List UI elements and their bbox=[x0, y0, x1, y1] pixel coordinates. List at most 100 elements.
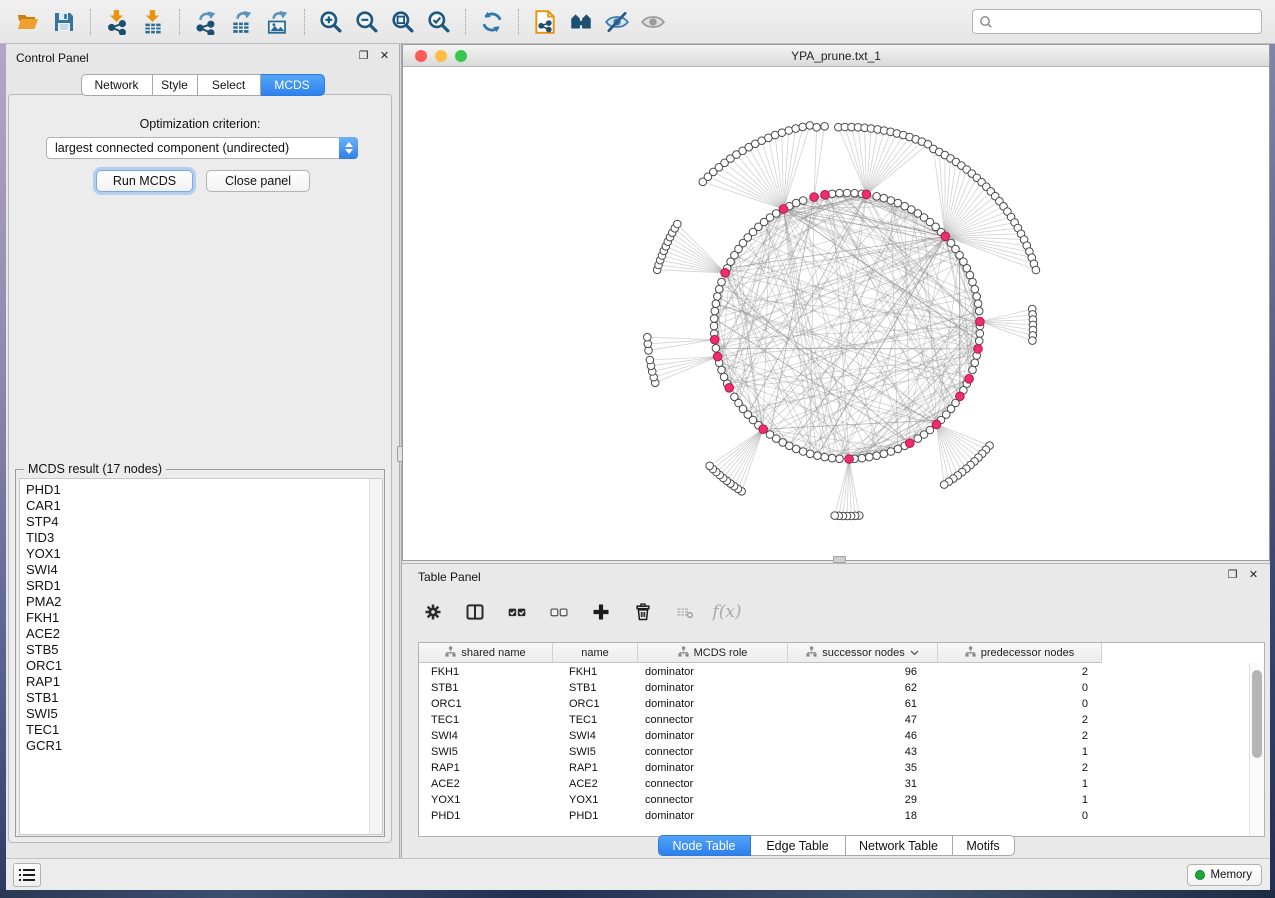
table-row[interactable]: FKH1FKH1dominator962 bbox=[419, 664, 1264, 680]
table-cell[interactable]: PHD1 bbox=[553, 810, 638, 822]
tab-network[interactable]: Network bbox=[81, 74, 153, 96]
new-network-from-selection-icon[interactable] bbox=[527, 6, 563, 38]
table-row[interactable]: PHD1PHD1dominator180 bbox=[419, 808, 1264, 824]
table-cell[interactable]: 46 bbox=[788, 730, 938, 742]
table-cell[interactable]: SWI4 bbox=[419, 730, 553, 742]
table-cell[interactable]: 0 bbox=[938, 810, 1102, 822]
zoom-fit-content-icon[interactable] bbox=[385, 6, 421, 38]
show-all-icon[interactable] bbox=[635, 6, 671, 38]
deselect-all-icon[interactable] bbox=[548, 601, 570, 623]
tab-node-table[interactable]: Node Table bbox=[658, 835, 751, 856]
table-cell[interactable]: 2 bbox=[938, 762, 1102, 774]
table-cell[interactable]: RAP1 bbox=[553, 762, 638, 774]
mcds-result-item[interactable]: CAR1 bbox=[26, 498, 366, 514]
close-panel-button[interactable]: Close panel bbox=[206, 170, 310, 192]
add-entry-icon[interactable] bbox=[590, 601, 612, 623]
table-row[interactable]: TEC1TEC1connector472 bbox=[419, 712, 1264, 728]
table-cell[interactable]: RAP1 bbox=[419, 762, 553, 774]
table-cell[interactable]: 2 bbox=[938, 666, 1102, 678]
mcds-result-list[interactable]: PHD1CAR1STP4TID3YOX1SWI4SRD1PMA2FKH1ACE2… bbox=[19, 478, 383, 835]
network-graph[interactable] bbox=[403, 67, 1269, 560]
table-cell[interactable]: TEC1 bbox=[419, 714, 553, 726]
table-cell[interactable]: STB1 bbox=[553, 682, 638, 694]
column-header-predecessor-nodes[interactable]: predecessor nodes bbox=[938, 643, 1102, 663]
table-cell[interactable]: 61 bbox=[788, 698, 938, 710]
table-cell[interactable]: 0 bbox=[938, 698, 1102, 710]
column-header-name[interactable]: name bbox=[553, 643, 638, 663]
mcds-result-item[interactable]: TID3 bbox=[26, 530, 366, 546]
mcds-result-item[interactable]: GCR1 bbox=[26, 738, 366, 754]
table-cell[interactable]: 2 bbox=[938, 714, 1102, 726]
run-mcds-button[interactable]: Run MCDS bbox=[96, 170, 193, 192]
close-panel-icon[interactable]: ✕ bbox=[1247, 569, 1260, 582]
table-cell[interactable]: YOX1 bbox=[553, 794, 638, 806]
network-window-titlebar[interactable]: YPA_prune.txt_1 bbox=[403, 45, 1269, 67]
tab-style[interactable]: Style bbox=[153, 74, 198, 96]
import-network-from-file-icon[interactable] bbox=[99, 6, 135, 38]
zoom-in-icon[interactable] bbox=[313, 6, 349, 38]
mcds-result-item[interactable]: STB1 bbox=[26, 690, 366, 706]
table-cell[interactable]: FKH1 bbox=[419, 666, 553, 678]
save-session-icon[interactable] bbox=[46, 6, 82, 38]
table-cell[interactable]: 0 bbox=[938, 682, 1102, 694]
table-cell[interactable]: ACE2 bbox=[419, 778, 553, 790]
network-canvas[interactable] bbox=[403, 67, 1269, 560]
table-cell[interactable]: 2 bbox=[938, 730, 1102, 742]
table-cell[interactable]: 31 bbox=[788, 778, 938, 790]
search-field[interactable] bbox=[972, 9, 1262, 34]
mcds-result-item[interactable]: STP4 bbox=[26, 514, 366, 530]
tab-mcds[interactable]: MCDS bbox=[261, 74, 325, 96]
export-table-icon[interactable] bbox=[224, 6, 260, 38]
mcds-result-item[interactable]: SWI5 bbox=[26, 706, 366, 722]
table-cell[interactable]: dominator bbox=[638, 762, 788, 774]
zoom-out-icon[interactable] bbox=[349, 6, 385, 38]
node-table[interactable]: shared namenameMCDS rolesuccessor nodesp… bbox=[418, 642, 1265, 837]
export-network-icon[interactable] bbox=[188, 6, 224, 38]
search-input[interactable] bbox=[998, 15, 1255, 29]
import-table-from-file-icon[interactable] bbox=[135, 6, 171, 38]
close-panel-icon[interactable]: ✕ bbox=[378, 50, 391, 63]
table-cell[interactable]: 96 bbox=[788, 666, 938, 678]
horizontal-splitter-handle[interactable] bbox=[833, 556, 846, 563]
table-cell[interactable]: SWI4 bbox=[553, 730, 638, 742]
memory-button[interactable]: Memory bbox=[1187, 864, 1262, 886]
table-row[interactable]: YOX1YOX1connector291 bbox=[419, 792, 1264, 808]
mcds-result-item[interactable]: SRD1 bbox=[26, 578, 366, 594]
table-row[interactable]: SWI5SWI5connector431 bbox=[419, 744, 1264, 760]
table-scrollbar-thumb[interactable] bbox=[1252, 670, 1262, 758]
mcds-result-item[interactable]: YOX1 bbox=[26, 546, 366, 562]
table-cell[interactable]: STB1 bbox=[419, 682, 553, 694]
mcds-result-item[interactable]: PMA2 bbox=[26, 594, 366, 610]
apply-preferred-layout-icon[interactable] bbox=[474, 6, 510, 38]
table-cell[interactable]: 62 bbox=[788, 682, 938, 694]
tab-edge-table[interactable]: Edge Table bbox=[751, 835, 846, 856]
show-columns-icon[interactable] bbox=[464, 601, 486, 623]
open-file-icon[interactable] bbox=[10, 6, 46, 38]
mcds-result-item[interactable]: ORC1 bbox=[26, 658, 366, 674]
mcds-result-scrollbar[interactable] bbox=[369, 479, 382, 834]
select-all-icon[interactable] bbox=[506, 601, 528, 623]
delete-entry-icon[interactable] bbox=[632, 601, 654, 623]
mcds-result-item[interactable]: TEC1 bbox=[26, 722, 366, 738]
mcds-result-item[interactable]: SWI4 bbox=[26, 562, 366, 578]
float-panel-icon[interactable]: ❐ bbox=[1226, 569, 1239, 582]
mcds-result-item[interactable]: RAP1 bbox=[26, 674, 366, 690]
delete-table-icon[interactable] bbox=[674, 601, 696, 623]
table-cell[interactable]: connector bbox=[638, 778, 788, 790]
table-scrollbar[interactable] bbox=[1249, 663, 1264, 836]
table-row[interactable]: ACE2ACE2connector311 bbox=[419, 776, 1264, 792]
table-cell[interactable]: dominator bbox=[638, 666, 788, 678]
table-cell[interactable]: ORC1 bbox=[553, 698, 638, 710]
table-settings-icon[interactable] bbox=[422, 601, 444, 623]
table-cell[interactable]: PHD1 bbox=[419, 810, 553, 822]
table-cell[interactable]: TEC1 bbox=[553, 714, 638, 726]
mcds-result-item[interactable]: ACE2 bbox=[26, 626, 366, 642]
export-image-icon[interactable] bbox=[260, 6, 296, 38]
table-row[interactable]: RAP1RAP1dominator352 bbox=[419, 760, 1264, 776]
table-cell[interactable]: 43 bbox=[788, 746, 938, 758]
tab-motifs[interactable]: Motifs bbox=[953, 835, 1015, 856]
optimization-criterion-select[interactable]: largest connected component (undirected) bbox=[46, 137, 358, 159]
table-cell[interactable]: ORC1 bbox=[419, 698, 553, 710]
table-cell[interactable]: SWI5 bbox=[419, 746, 553, 758]
mcds-result-item[interactable]: STB5 bbox=[26, 642, 366, 658]
